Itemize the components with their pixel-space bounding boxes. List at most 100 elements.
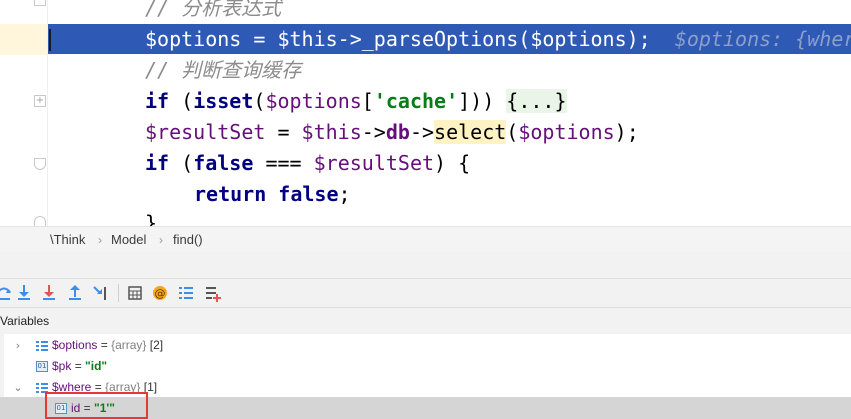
code-text: if (false === $resultSet) { bbox=[145, 148, 470, 178]
variable-equals: = bbox=[91, 380, 106, 394]
code-text: if (isset($options['cache'])) {...} bbox=[145, 86, 567, 116]
code-line[interactable]: $resultSet = $this->db->select($options)… bbox=[48, 117, 851, 147]
code-text: // 分析表达式 bbox=[145, 0, 281, 23]
breadcrumb-separator: › bbox=[98, 233, 102, 247]
text-caret bbox=[49, 29, 51, 51]
code-token: if bbox=[145, 89, 170, 113]
run-to-cursor-icon[interactable] bbox=[91, 283, 111, 303]
code-token: -> bbox=[361, 120, 386, 144]
code-token: $options = $this->_parseOptions($options… bbox=[145, 27, 651, 51]
variable-row[interactable]: 01 $pk = "id" bbox=[0, 356, 851, 377]
code-token: ( bbox=[169, 89, 194, 113]
code-token: $options: {wher bbox=[650, 27, 851, 51]
code-token: ( bbox=[506, 120, 519, 144]
variable-count: [1] bbox=[140, 380, 158, 394]
code-line[interactable]: return false; bbox=[48, 179, 851, 209]
array-icon bbox=[36, 340, 48, 351]
variable-equals: = bbox=[80, 401, 95, 415]
code-token: $resultSet bbox=[145, 120, 266, 144]
variable-row-selected[interactable]: 01 id = "1'" bbox=[0, 398, 851, 419]
variables-tree[interactable]: › $options = {array} [2] 01 $pk = "id" ⌄… bbox=[0, 334, 851, 419]
variables-tab-title[interactable]: Variables bbox=[0, 308, 49, 334]
fold-marker-icon[interactable] bbox=[34, 216, 46, 226]
fold-expand-icon[interactable]: + bbox=[34, 95, 46, 107]
code-token: } bbox=[145, 211, 158, 226]
list-icon[interactable] bbox=[176, 283, 196, 303]
variables-header: Variables bbox=[0, 307, 851, 335]
variable-equals: = bbox=[97, 338, 112, 352]
code-token: 'cache' bbox=[373, 89, 459, 113]
code-text: } bbox=[145, 208, 157, 226]
code-editor[interactable]: + // 分析表达式 $options = $this->_parseOptio… bbox=[0, 0, 851, 226]
code-text: // 判断查询缓存 bbox=[145, 55, 301, 85]
variable-value: "1'" bbox=[94, 401, 115, 415]
step-over-icon[interactable] bbox=[0, 283, 14, 303]
code-token: === bbox=[253, 151, 314, 175]
code-token: false bbox=[193, 151, 254, 175]
code-token: select bbox=[434, 120, 507, 144]
force-step-into-icon[interactable] bbox=[39, 283, 59, 303]
code-token: $options bbox=[265, 89, 362, 113]
code-token: -> bbox=[409, 120, 435, 144]
variable-name: $pk bbox=[52, 359, 72, 373]
variable-equals: = bbox=[71, 359, 86, 373]
code-token: = bbox=[265, 120, 302, 144]
code-text: return false; bbox=[194, 179, 351, 209]
code-token: $this bbox=[301, 120, 362, 144]
breadcrumb-separator: › bbox=[159, 233, 163, 247]
code-line[interactable]: if (isset($options['cache'])) {...} bbox=[48, 86, 851, 116]
watch-icon[interactable]: @ bbox=[150, 283, 170, 303]
code-token: {...} bbox=[506, 89, 567, 113]
fold-marker-icon[interactable] bbox=[34, 158, 46, 170]
primitive-icon: 01 bbox=[36, 361, 48, 372]
code-line-execution-point[interactable]: $options = $this->_parseOptions($options… bbox=[48, 24, 851, 54]
code-line[interactable]: } bbox=[48, 208, 851, 226]
variable-type: {array} bbox=[111, 338, 147, 352]
svg-text:@: @ bbox=[155, 287, 166, 300]
code-line[interactable]: // 分析表达式 bbox=[48, 0, 851, 23]
code-line[interactable]: // 判断查询缓存 bbox=[48, 55, 851, 85]
code-line[interactable]: if (false === $resultSet) { bbox=[48, 148, 851, 178]
code-token: ); bbox=[614, 120, 639, 144]
step-into-icon[interactable] bbox=[14, 283, 34, 303]
variable-row[interactable]: ⌄ $where = {array} [1] bbox=[0, 377, 851, 398]
breadcrumb-item-namespace[interactable]: \Think bbox=[50, 227, 85, 253]
add-watch-icon[interactable] bbox=[203, 283, 223, 303]
debug-toolbar: @ bbox=[0, 278, 851, 307]
code-token: ; bbox=[338, 182, 351, 206]
editor-gutter[interactable]: + bbox=[0, 0, 47, 226]
primitive-icon: 01 bbox=[55, 403, 67, 414]
breadcrumb-item-method[interactable]: find() bbox=[173, 227, 203, 253]
variable-name: $where bbox=[52, 380, 92, 394]
code-token: ( bbox=[253, 89, 266, 113]
evaluate-expression-icon[interactable] bbox=[125, 283, 145, 303]
variable-count: [2] bbox=[146, 338, 164, 352]
code-text: $options = $this->_parseOptions($options… bbox=[145, 24, 851, 54]
breadcrumb: \Think › Model › find() bbox=[0, 226, 851, 253]
code-token: return bbox=[194, 182, 267, 206]
variable-type: {array} bbox=[105, 380, 141, 394]
expand-icon[interactable]: › bbox=[12, 335, 24, 356]
code-text: $resultSet = $this->db->select($options)… bbox=[145, 117, 639, 147]
code-token: ( bbox=[169, 151, 194, 175]
code-token: if bbox=[145, 151, 170, 175]
code-token: ) { bbox=[434, 151, 471, 175]
variable-row[interactable]: › $options = {array} [2] bbox=[0, 335, 851, 356]
toolbar-separator bbox=[118, 284, 119, 302]
variable-name: $options bbox=[52, 338, 98, 352]
breadcrumb-item-class[interactable]: Model bbox=[111, 227, 146, 253]
array-icon bbox=[36, 382, 48, 393]
collapse-icon[interactable]: ⌄ bbox=[12, 377, 24, 398]
step-out-icon[interactable] bbox=[65, 283, 85, 303]
code-token: $resultSet bbox=[313, 151, 435, 175]
variable-name: id bbox=[71, 401, 81, 415]
fold-marker-icon[interactable] bbox=[34, 0, 46, 6]
code-token: false bbox=[278, 182, 339, 206]
code-token: $options bbox=[518, 120, 615, 144]
code-token: db bbox=[385, 120, 410, 144]
variable-value: "id" bbox=[85, 359, 108, 373]
code-token: // 判断查询缓存 bbox=[145, 58, 302, 82]
current-line-gutter bbox=[0, 24, 47, 55]
code-token: isset bbox=[193, 89, 254, 113]
